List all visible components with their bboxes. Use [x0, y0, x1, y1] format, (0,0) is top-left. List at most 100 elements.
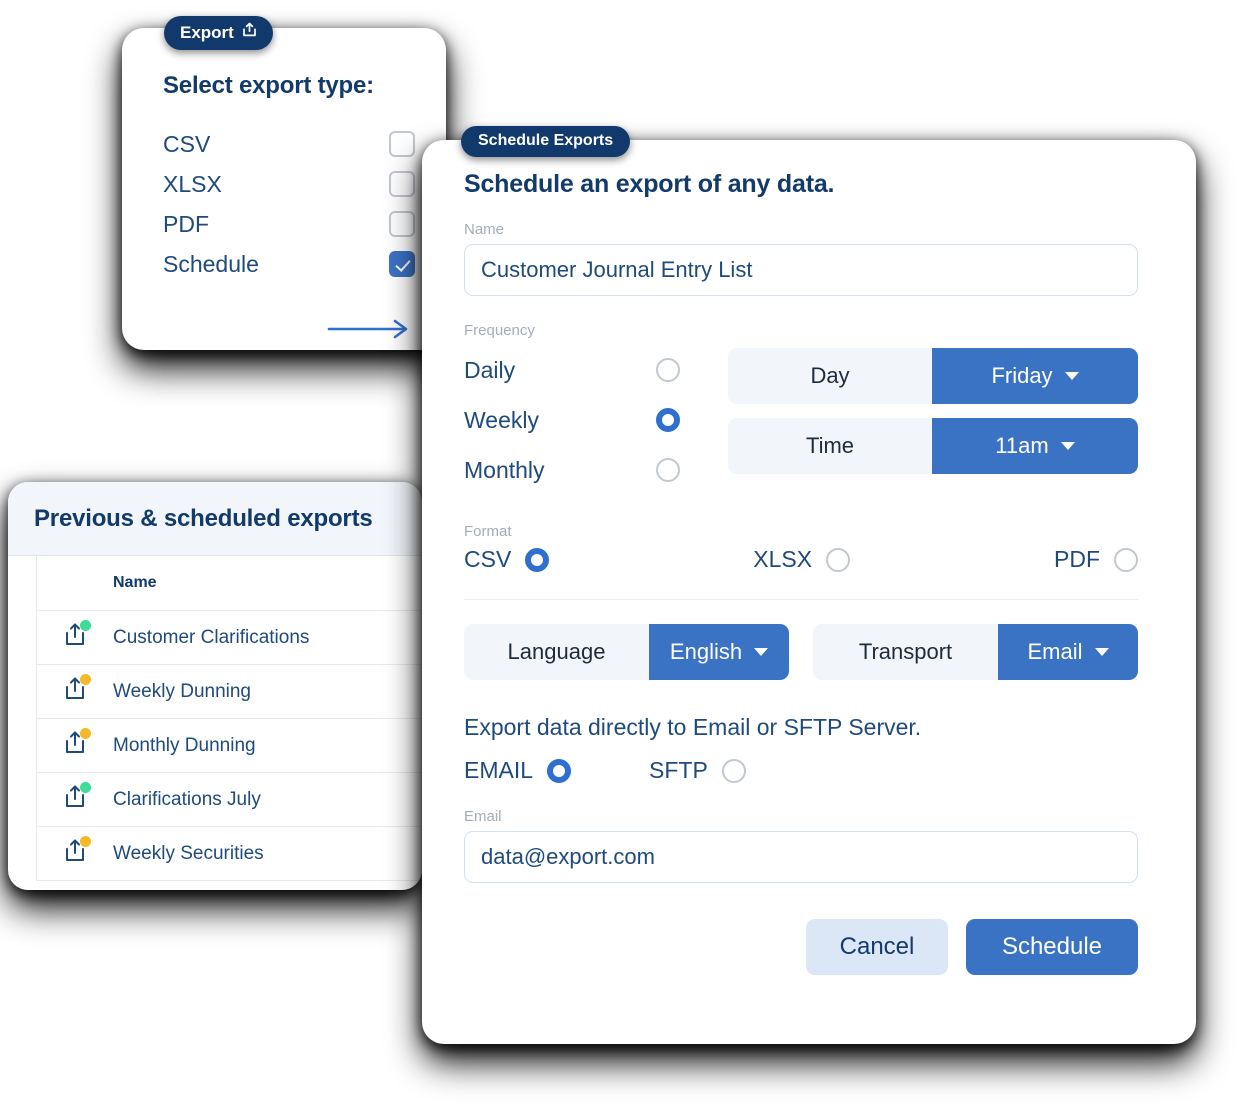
radio-email[interactable] — [547, 758, 572, 783]
day-selector-value: Friday — [991, 363, 1053, 388]
schedule-exports-card: Schedule an export of any data. Name Cus… — [422, 140, 1196, 1044]
format-option-pdf[interactable]: PDF — [1054, 546, 1138, 573]
radio-xlsx[interactable] — [826, 547, 851, 572]
export-name: Monthly Dunning — [113, 734, 256, 756]
export-badge: Export — [164, 16, 273, 50]
frequency-option-weekly[interactable]: Weekly — [464, 395, 714, 445]
format-option-xlsx[interactable]: XLSX — [753, 546, 851, 573]
table-row[interactable]: Weekly Dunning — [37, 665, 421, 719]
table-row[interactable]: Clarifications July — [37, 773, 421, 827]
row-icon-cell — [37, 674, 113, 707]
export-option-label: XLSX — [163, 170, 222, 197]
export-option-label: Schedule — [163, 250, 259, 277]
checkbox-csv[interactable] — [389, 131, 415, 157]
cancel-button[interactable]: Cancel — [806, 919, 948, 975]
delivery-options: EMAIL SFTP — [464, 757, 1138, 784]
delivery-option-email[interactable]: EMAIL — [464, 757, 572, 784]
frequency-option-label: Monthly — [464, 456, 545, 483]
transport-selector-value-button[interactable]: Email — [998, 624, 1138, 680]
screenshot-stage: Export Select export type: CSV XLSX PDF … — [0, 0, 1242, 1116]
status-dot — [80, 620, 91, 631]
checkbox-schedule[interactable] — [389, 251, 415, 277]
table-header-row: Name — [37, 556, 421, 611]
schedule-form: Schedule an export of any data. Name Cus… — [464, 170, 1138, 975]
export-option-pdf[interactable]: PDF — [163, 204, 415, 244]
frequency-label: Frequency — [464, 322, 535, 339]
export-option-xlsx[interactable]: XLSX — [163, 164, 415, 204]
format-section: Format CSV XLSX PDF — [464, 523, 1138, 573]
section-divider — [464, 599, 1138, 600]
export-option-label: CSV — [163, 130, 211, 157]
export-option-schedule[interactable]: Schedule — [163, 244, 415, 284]
status-dot — [80, 836, 91, 847]
frequency-section: Daily Weekly Monthly Day Friday Time 11a… — [464, 345, 1138, 495]
export-card-title: Select export type: — [163, 72, 374, 99]
radio-sftp[interactable] — [721, 758, 746, 783]
name-field-group: Name Customer Journal Entry List — [464, 221, 1138, 296]
arrow-right-icon[interactable] — [327, 318, 413, 340]
status-dot — [80, 782, 91, 793]
row-icon-cell — [37, 782, 113, 815]
radio-daily[interactable] — [656, 358, 680, 382]
checkbox-xlsx[interactable] — [389, 171, 415, 197]
export-name: Customer Clarifications — [113, 626, 310, 648]
format-option-label: XLSX — [753, 546, 813, 572]
name-field-label: Name — [464, 221, 505, 238]
export-badge-label: Export — [180, 22, 234, 42]
export-name: Clarifications July — [113, 788, 261, 810]
frequency-option-monthly[interactable]: Monthly — [464, 445, 714, 495]
frequency-options: Daily Weekly Monthly — [464, 345, 714, 495]
day-selector-value-button[interactable]: Friday — [932, 348, 1138, 404]
table-row[interactable]: Weekly Securities — [37, 827, 421, 881]
transport-selector[interactable]: Transport Email — [813, 624, 1138, 680]
time-selector-value-button[interactable]: 11am — [932, 418, 1138, 474]
radio-monthly[interactable] — [656, 458, 680, 482]
chevron-down-icon — [1094, 648, 1109, 656]
radio-weekly[interactable] — [656, 408, 680, 432]
export-name: Weekly Securities — [113, 842, 264, 864]
schedule-selectors: Day Friday Time 11am — [728, 345, 1138, 495]
chevron-down-icon — [1060, 442, 1075, 450]
format-option-label: PDF — [1054, 546, 1100, 572]
format-label: Format — [464, 523, 512, 540]
radio-pdf[interactable] — [1114, 547, 1138, 572]
time-selector-label: Time — [728, 418, 932, 474]
day-selector[interactable]: Day Friday — [728, 348, 1138, 404]
transport-selector-label: Transport — [813, 624, 998, 680]
chevron-down-icon — [1064, 372, 1079, 380]
frequency-option-daily[interactable]: Daily — [464, 345, 714, 395]
export-name: Weekly Dunning — [113, 680, 252, 702]
export-option-csv[interactable]: CSV — [163, 124, 415, 164]
format-option-label: CSV — [464, 546, 512, 572]
row-icon-cell — [37, 836, 113, 869]
table-row[interactable]: Customer Clarifications — [37, 611, 421, 665]
time-selector[interactable]: Time 11am — [728, 418, 1138, 474]
form-actions: Cancel Schedule — [464, 919, 1138, 975]
checkbox-pdf[interactable] — [389, 211, 415, 237]
schedule-form-heading: Schedule an export of any data. — [464, 170, 835, 198]
frequency-option-label: Daily — [464, 356, 516, 383]
delivery-option-label: EMAIL — [464, 757, 534, 783]
language-transport-row: Language English Transport Email — [464, 624, 1138, 680]
radio-csv[interactable] — [525, 547, 550, 572]
email-input[interactable]: data@export.com — [464, 831, 1138, 883]
language-selector-value-button[interactable]: English — [649, 624, 789, 680]
format-option-csv[interactable]: CSV — [464, 546, 550, 573]
share-export-icon — [242, 22, 257, 43]
previous-scheduled-exports-card: Previous & scheduled exports Name Custom… — [8, 482, 422, 890]
language-selector[interactable]: Language English — [464, 624, 789, 680]
export-type-card: Select export type: CSV XLSX PDF Schedul… — [122, 28, 446, 350]
delivery-option-sftp[interactable]: SFTP — [649, 757, 746, 784]
chevron-down-icon — [754, 648, 769, 656]
schedule-button[interactable]: Schedule — [966, 919, 1138, 975]
format-options: CSV XLSX PDF — [464, 546, 1138, 573]
day-selector-label: Day — [728, 348, 932, 404]
name-input[interactable]: Customer Journal Entry List — [464, 244, 1138, 296]
table-row[interactable]: Monthly Dunning — [37, 719, 421, 773]
status-dot — [80, 674, 91, 685]
exports-list-title: Previous & scheduled exports — [34, 504, 373, 532]
column-header-name: Name — [113, 574, 157, 591]
exports-table: Name Customer Clarifications Weekly Dunn… — [36, 556, 422, 881]
row-icon-cell — [37, 728, 113, 761]
transport-selector-value: Email — [1027, 639, 1083, 664]
